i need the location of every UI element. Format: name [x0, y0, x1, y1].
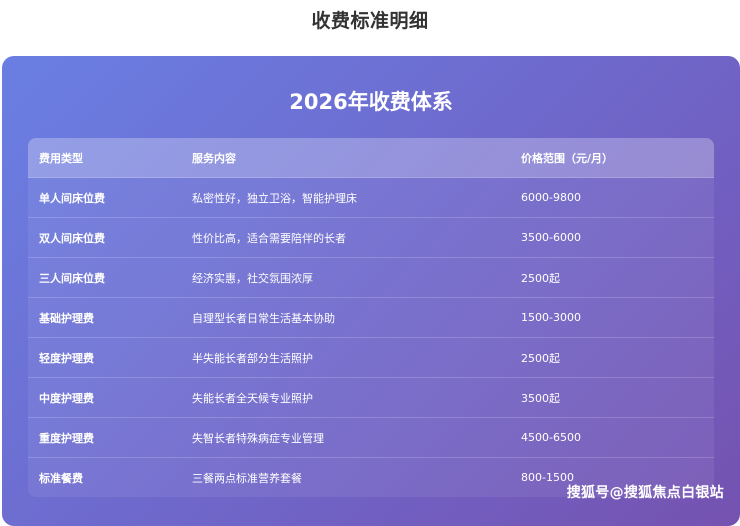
row-content: 自理型长者日常生活基本协助 [192, 311, 335, 325]
row-price: 3500起 [521, 391, 560, 405]
row-content: 三餐两点标准营养套餐 [192, 471, 302, 485]
row-content: 私密性好，独立卫浴，智能护理床 [192, 191, 357, 205]
header-content: 服务内容 [192, 151, 236, 165]
row-price: 3500-6000 [521, 231, 581, 244]
table-row: 基础护理费 自理型长者日常生活基本协助 1500-3000 [28, 298, 714, 338]
panel-title: 2026年收费体系 [289, 90, 453, 114]
page-heading: 收费标准明细 [311, 10, 429, 32]
row-type: 三人间床位费 [39, 271, 105, 285]
row-price: 2500起 [521, 271, 560, 285]
row-type: 标准餐费 [39, 471, 83, 485]
table-header-row: 费用类型 服务内容 价格范围（元/月） [28, 138, 714, 178]
row-type: 重度护理费 [39, 431, 94, 445]
table-row: 三人间床位费 经济实惠，社交氛围浓厚 2500起 [28, 258, 714, 298]
row-price: 6000-9800 [521, 191, 581, 204]
header-type: 费用类型 [39, 151, 83, 165]
row-type: 基础护理费 [39, 311, 94, 325]
row-content: 经济实惠，社交氛围浓厚 [192, 271, 313, 285]
table-row: 中度护理费 失能长者全天候专业照护 3500起 [28, 378, 714, 418]
row-type: 双人间床位费 [39, 231, 105, 245]
table-row: 双人间床位费 性价比高，适合需要陪伴的长者 3500-6000 [28, 218, 714, 258]
header-price: 价格范围（元/月） [521, 151, 614, 165]
sohu-watermark: 搜狐号@搜狐焦点白银站 [566, 485, 724, 501]
row-content: 半失能长者部分生活照护 [192, 351, 313, 365]
fee-panel: 2026年收费体系 费用类型 服务内容 价格范围（元/月） 单人间床位费 私密性… [2, 56, 740, 526]
row-type: 轻度护理费 [39, 351, 94, 365]
fee-table: 费用类型 服务内容 价格范围（元/月） 单人间床位费 私密性好，独立卫浴，智能护… [28, 138, 714, 497]
row-price: 4500-6500 [521, 431, 581, 444]
table-row: 重度护理费 失智长者特殊病症专业管理 4500-6500 [28, 418, 714, 458]
row-type: 中度护理费 [39, 391, 94, 405]
row-price: 2500起 [521, 351, 560, 365]
row-content: 性价比高，适合需要陪伴的长者 [192, 231, 346, 245]
row-price: 1500-3000 [521, 311, 581, 324]
row-content: 失智长者特殊病症专业管理 [192, 431, 324, 445]
table-row: 单人间床位费 私密性好，独立卫浴，智能护理床 6000-9800 [28, 178, 714, 218]
table-row: 轻度护理费 半失能长者部分生活照护 2500起 [28, 338, 714, 378]
row-type: 单人间床位费 [39, 191, 105, 205]
row-content: 失能长者全天候专业照护 [192, 391, 313, 405]
